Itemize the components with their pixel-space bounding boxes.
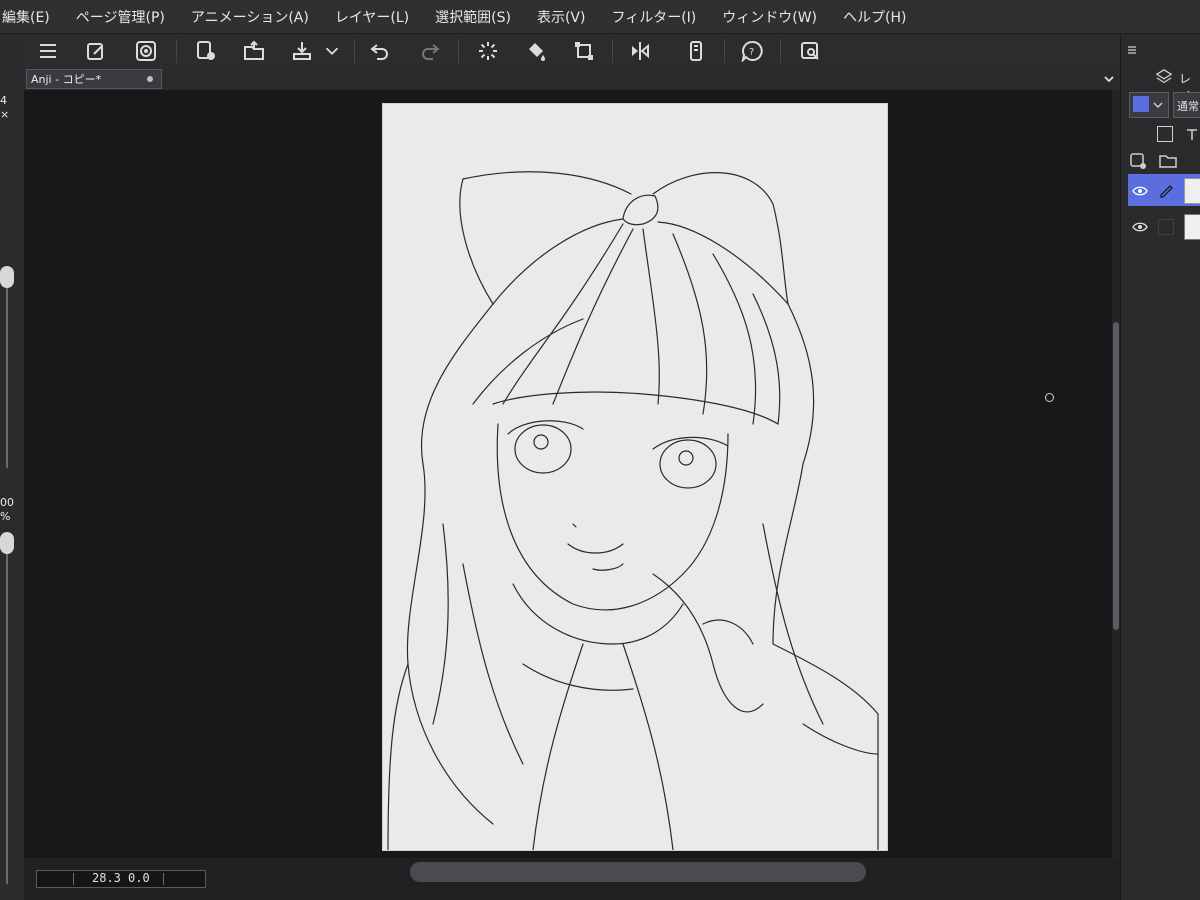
left-tool-strip: 4 × 00 % [0,34,24,900]
close-icon[interactable]: × [0,108,9,121]
vertical-scroll-thumb[interactable] [1113,322,1119,630]
menu-animation[interactable]: アニメーション(A) [189,7,311,27]
brush-size-slider-knob[interactable] [0,266,14,288]
layer-panel: レイ 通常 [1120,34,1200,900]
export-dropdown-button[interactable] [322,38,342,64]
menu-window[interactable]: ウィンドウ(W) [720,7,819,27]
menu-icon [40,44,56,58]
zoom-rotation-box[interactable] [36,870,206,888]
export-icon [293,42,311,60]
toolbar-separator [612,39,613,63]
layer-thumbnail [1184,214,1200,240]
gallery-icon [136,41,156,61]
menu-selection[interactable]: 選択範囲(S) [433,7,513,27]
transform-button[interactable] [568,38,600,64]
dropdown-chevron-icon [325,47,339,56]
undo-button[interactable] [364,38,396,64]
search-canvas-button[interactable] [794,38,826,64]
smartphone-icon [690,41,702,61]
new-layer-icon[interactable] [1129,152,1147,170]
menu-bar: 編集(E) ページ管理(P) アニメーション(A) レイヤー(L) 選択範囲(S… [0,0,1200,34]
layers-icon[interactable] [1155,68,1175,88]
new-page-button[interactable] [190,38,222,64]
menu-button[interactable] [32,38,64,64]
panel-menu-icon[interactable] [1127,40,1137,54]
clip-icon[interactable] [1157,126,1173,142]
toolbar-separator [724,39,725,63]
horizontal-scroll-thumb[interactable] [410,862,866,882]
document-tab[interactable]: Anji - コピー* [26,69,162,89]
layer-thumbnail [1184,178,1200,204]
opacity-slider-knob[interactable] [0,532,14,554]
unsaved-dot-icon [147,76,153,82]
transform-icon [575,42,593,60]
eye-icon[interactable] [1132,183,1148,197]
toolbar-separator [458,39,459,63]
fill-icon [529,43,545,61]
undo-icon [370,44,388,60]
help-icon: ? [741,40,763,62]
chevron-down-icon [1104,76,1114,83]
eye-icon[interactable] [1132,219,1148,233]
layer-row-active[interactable] [1128,174,1200,206]
document-tab-bar: Anji - コピー* [24,68,1120,91]
zoom-value[interactable]: 28.3 [92,871,121,885]
lock-icon[interactable] [1185,126,1199,140]
rotation-value[interactable]: 0.0 [128,871,150,885]
flip-button[interactable] [624,38,656,64]
new-file-button[interactable] [80,38,112,64]
menu-view[interactable]: 表示(V) [535,7,588,27]
brush-size-slider-track[interactable] [6,288,8,468]
document-tab-title: Anji - コピー* [31,73,102,86]
redo-button[interactable] [414,38,446,64]
brush-size-readout: 4 [0,94,7,107]
opacity-slider-track[interactable] [6,554,8,884]
command-bar: ? [24,34,1120,69]
new-folder-icon[interactable] [1159,152,1177,170]
opacity-value: 00 [0,496,14,509]
lineart-illustration [387,171,879,851]
layer-lock-box[interactable] [1158,219,1174,235]
toolbar-separator [354,39,355,63]
drawing-canvas[interactable] [382,103,888,851]
svg-text:?: ? [749,47,754,58]
loading-button[interactable] [472,38,504,64]
layer-color-button[interactable] [1129,92,1169,118]
smartphone-button[interactable] [680,38,712,64]
new-page-icon [197,41,215,60]
new-file-icon [87,43,103,60]
menu-filter[interactable]: フィルター(I) [609,7,698,27]
toolbar-separator [176,39,177,63]
open-folder-icon [244,40,264,60]
flip-icon [632,42,649,60]
fill-button[interactable] [520,38,552,64]
menu-layer[interactable]: レイヤー(L) [333,7,411,27]
search-canvas-icon [801,42,819,60]
export-button[interactable] [286,38,318,64]
redo-icon [422,44,440,60]
open-folder-button[interactable] [238,38,270,64]
menu-edit[interactable]: 編集(E) [0,7,52,27]
loading-icon [479,42,497,60]
blend-mode-select[interactable]: 通常 [1173,92,1200,118]
pen-icon [1158,182,1174,198]
layer-row[interactable] [1128,210,1200,242]
menu-page-management[interactable]: ページ管理(P) [74,7,167,27]
layer-color-swatch [1133,96,1149,112]
toolbar-separator [780,39,781,63]
brush-cursor [1045,393,1054,402]
opacity-unit: % [0,510,11,523]
help-button[interactable]: ? [736,38,768,64]
tab-list-button[interactable] [1102,71,1116,85]
menu-help[interactable]: ヘルプ(H) [841,7,908,27]
gallery-button[interactable] [130,38,162,64]
